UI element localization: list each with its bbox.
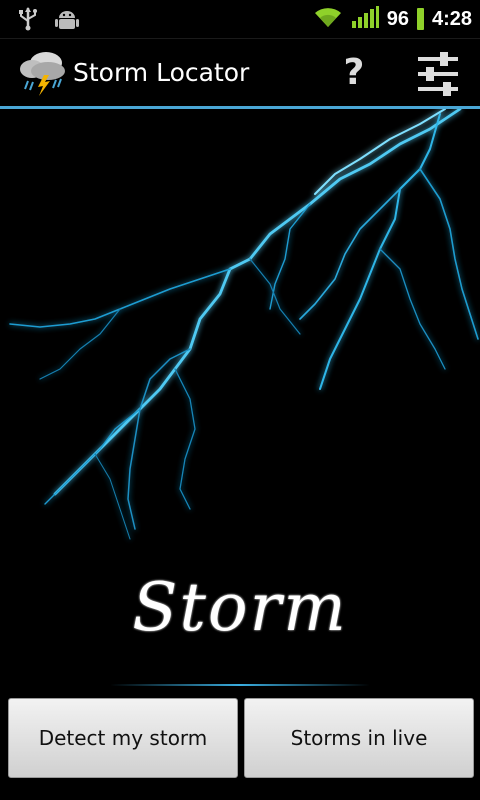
status-bar: 96 4:28	[0, 0, 480, 39]
help-button[interactable]: ?	[332, 49, 376, 97]
help-label: ?	[343, 52, 365, 93]
action-bar: Storm Locator ?	[0, 39, 480, 106]
app-title: Storm Locator	[73, 58, 250, 87]
clock: 4:28	[431, 7, 472, 30]
live-button-label: Storms in live	[290, 726, 428, 750]
usb-icon	[16, 6, 40, 36]
lightning-bolt-image: Storm	[0, 109, 480, 689]
battery-level: 96	[386, 7, 409, 30]
wifi-icon	[313, 5, 343, 33]
detect-button-label: Detect my storm	[38, 726, 208, 750]
signal-icon	[351, 5, 379, 33]
sliders-icon	[418, 52, 458, 96]
detect-my-storm-button[interactable]: Detect my storm	[8, 698, 238, 778]
battery-icon	[416, 8, 424, 30]
android-debug-icon	[54, 6, 80, 36]
storms-in-live-button[interactable]: Storms in live	[244, 698, 474, 778]
storm-logo-text: Storm	[132, 569, 348, 646]
storm-cloud-icon	[18, 49, 68, 97]
settings-button[interactable]	[412, 51, 464, 97]
glow-divider	[110, 684, 370, 686]
